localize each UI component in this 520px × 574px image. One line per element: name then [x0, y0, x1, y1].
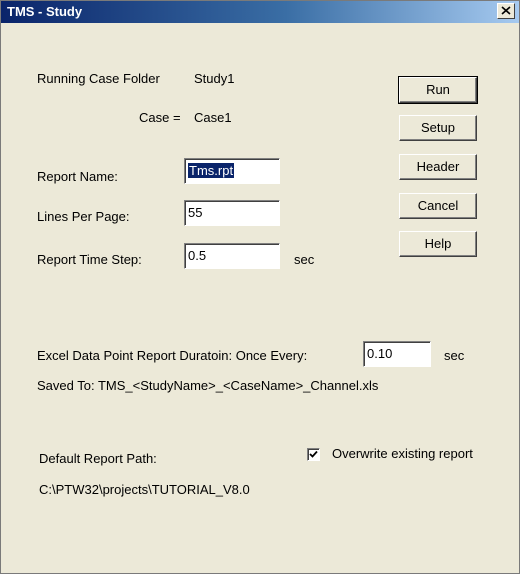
report-time-step-input[interactable]: 0.5: [184, 243, 280, 269]
close-button[interactable]: [497, 3, 515, 19]
overwrite-checkbox[interactable]: [307, 448, 320, 461]
report-name-label: Report Name:: [37, 169, 118, 184]
run-button[interactable]: Run: [398, 76, 478, 104]
report-time-step-unit: sec: [294, 252, 315, 267]
default-report-path-label: Default Report Path:: [39, 451, 157, 466]
report-time-step-label: Report Time Step:: [37, 252, 142, 267]
title-bar[interactable]: TMS - Study: [1, 1, 519, 23]
default-report-path-value: C:\PTW32\projects\TUTORIAL_V8.0: [39, 482, 250, 497]
header-button[interactable]: Header: [399, 154, 477, 180]
running-case-folder-label: Running Case Folder: [37, 71, 160, 86]
running-case-folder-value: Study1: [194, 71, 235, 86]
report-name-value: Tms.rpt: [188, 163, 235, 178]
setup-button[interactable]: Setup: [399, 115, 477, 141]
saved-to-text: Saved To: TMS_<StudyName>_<CaseName>_Cha…: [37, 378, 379, 393]
lines-per-page-input[interactable]: 55: [184, 200, 280, 226]
report-name-input[interactable]: Tms.rpt: [184, 158, 280, 184]
help-button[interactable]: Help: [399, 231, 477, 257]
cancel-button[interactable]: Cancel: [399, 193, 477, 219]
tms-study-dialog: TMS - Study Running Case Folder Study1 C…: [0, 0, 520, 574]
excel-duration-label: Excel Data Point Report Duratoin: Once E…: [37, 348, 308, 363]
lines-per-page-label: Lines Per Page:: [37, 209, 130, 224]
excel-duration-input[interactable]: 0.10: [363, 341, 431, 367]
case-label: Case =: [139, 110, 181, 125]
excel-duration-unit: sec: [444, 348, 465, 363]
close-icon: [501, 6, 511, 15]
overwrite-label[interactable]: Overwrite existing report: [332, 446, 473, 462]
checkmark-icon: [309, 450, 318, 458]
case-value: Case1: [194, 110, 232, 125]
window-title: TMS - Study: [7, 4, 83, 19]
